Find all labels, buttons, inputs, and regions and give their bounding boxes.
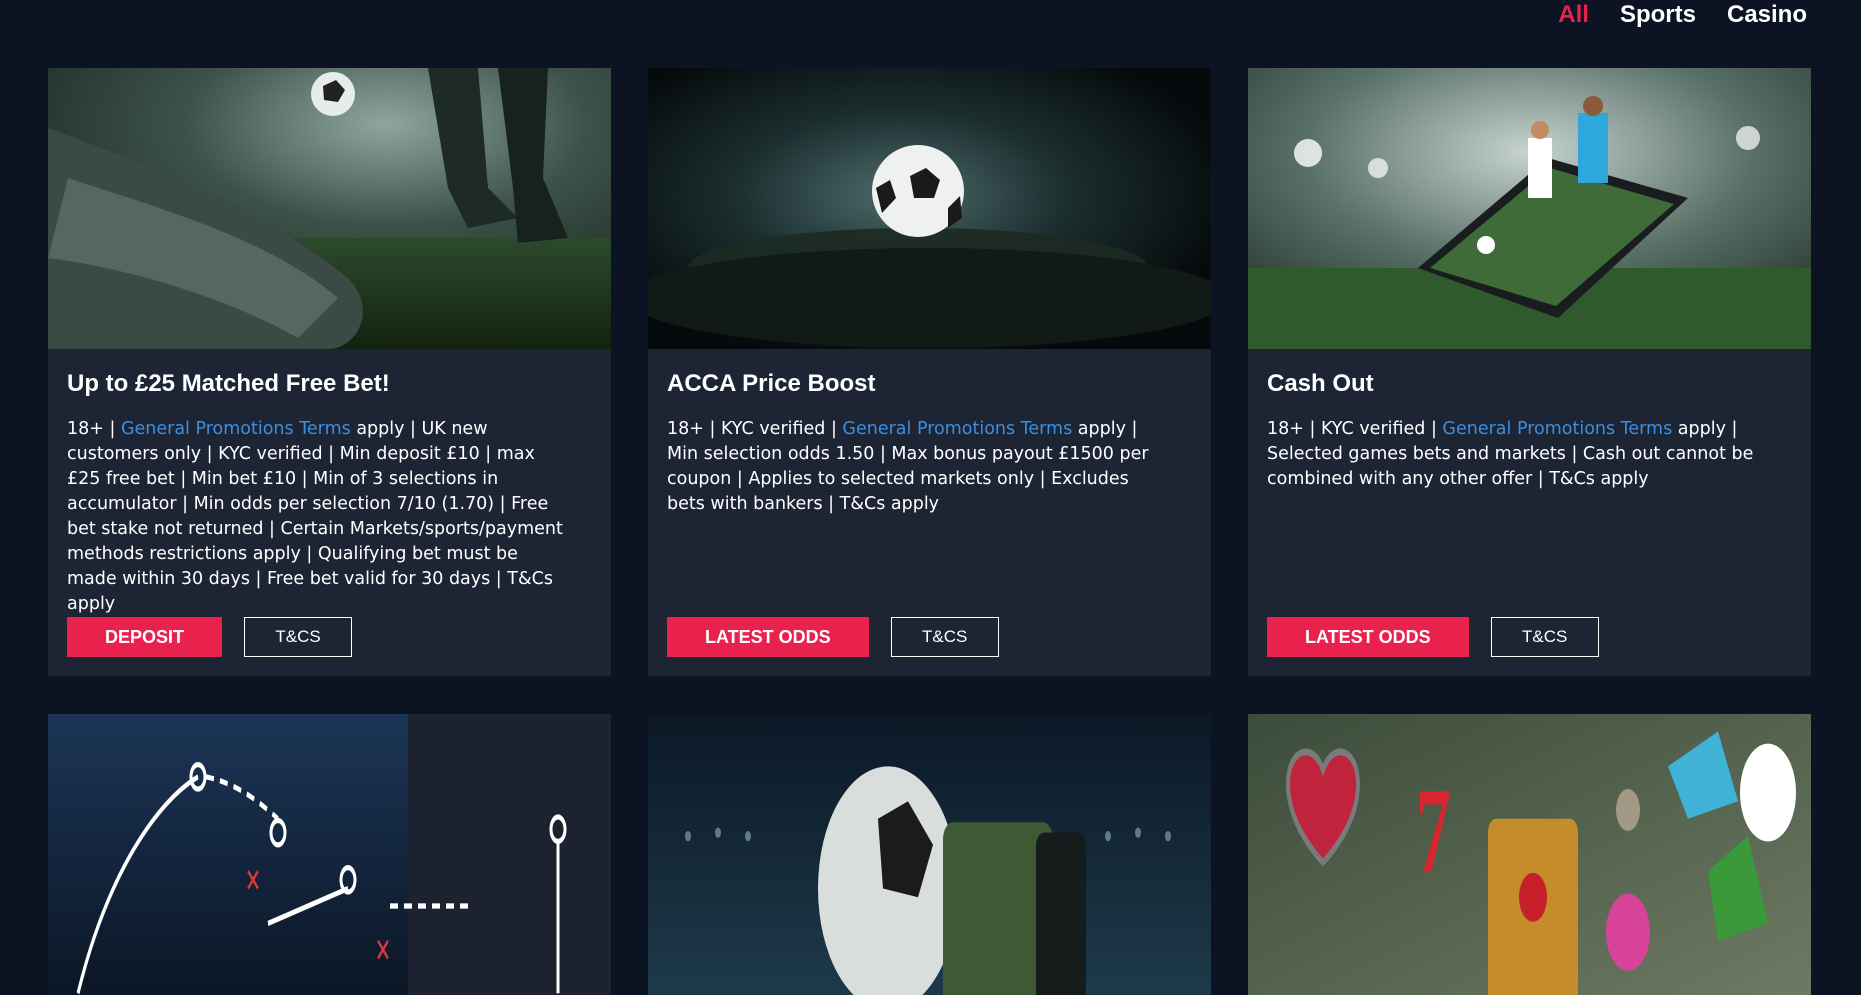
promo-card-cash-out: Cash Out 18+ | KYC verified | General Pr…	[1248, 68, 1811, 676]
filter-tab-all[interactable]: All	[1558, 1, 1589, 29]
terms-prefix: 18+ |	[67, 419, 121, 439]
terms-prefix: 18+ | KYC verified |	[667, 419, 843, 439]
tcs-button[interactable]: T&CS	[244, 617, 353, 657]
terms-suffix: apply | UK new customers only | KYC veri…	[67, 419, 563, 614]
terms-prefix: 18+ | KYC verified |	[1267, 419, 1443, 439]
tcs-button[interactable]: T&CS	[1490, 617, 1599, 657]
latest-odds-button[interactable]: LATEST ODDS	[1267, 617, 1469, 657]
promo-card-football-phone	[648, 714, 1211, 995]
deposit-button[interactable]: DEPOSIT	[67, 617, 223, 657]
promo-card-matched-free-bet: Up to £25 Matched Free Bet! 18+ | Genera…	[48, 68, 611, 676]
promo-image-football-smoke	[648, 68, 1211, 349]
promo-title: Cash Out	[1267, 370, 1374, 397]
general-promotions-terms-link[interactable]: General Promotions Terms	[121, 419, 351, 439]
filter-tab-sports[interactable]: Sports	[1620, 1, 1696, 29]
promo-terms-text: 18+ | KYC verified | General Promotions …	[1267, 417, 1767, 492]
promo-image-ball-and-phone	[648, 714, 1211, 995]
tcs-button[interactable]: T&CS	[890, 617, 999, 657]
general-promotions-terms-link[interactable]: General Promotions Terms	[842, 419, 1072, 439]
promo-image-tactics-board	[48, 714, 611, 995]
promo-card-casino: 7	[1248, 714, 1811, 995]
latest-odds-button[interactable]: LATEST ODDS	[667, 617, 869, 657]
svg-text:7: 7	[1416, 762, 1451, 898]
promo-terms-text: 18+ | General Promotions Terms apply | U…	[67, 417, 567, 617]
promo-filter-tabs: All Sports Casino	[1558, 0, 1807, 30]
promo-title: ACCA Price Boost	[667, 370, 876, 397]
promo-image-football-boot	[48, 68, 611, 349]
promo-image-phone-players	[1248, 68, 1811, 349]
promo-image-casino-slots: 7	[1248, 714, 1811, 995]
promo-title: Up to £25 Matched Free Bet!	[67, 370, 390, 397]
promo-terms-text: 18+ | KYC verified | General Promotions …	[667, 417, 1167, 517]
filter-tab-casino[interactable]: Casino	[1727, 1, 1807, 29]
promo-card-acca-price-boost: ACCA Price Boost 18+ | KYC verified | Ge…	[648, 68, 1211, 676]
promo-card-tactics	[48, 714, 611, 995]
general-promotions-terms-link[interactable]: General Promotions Terms	[1442, 419, 1672, 439]
